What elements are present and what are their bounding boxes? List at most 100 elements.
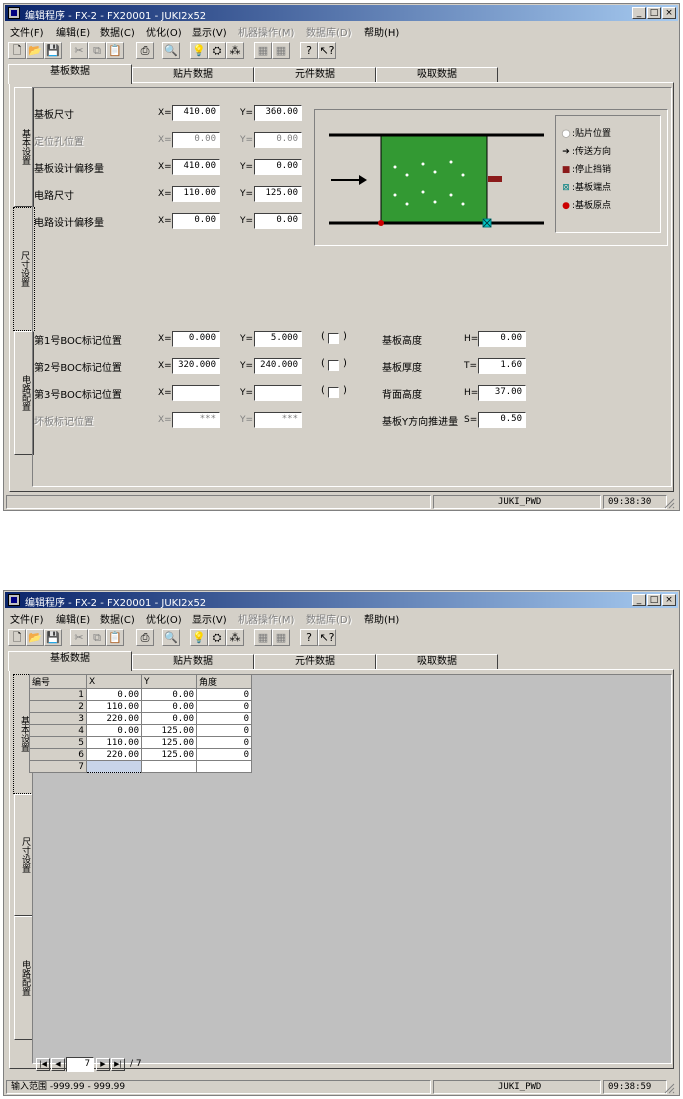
cell-angle[interactable]: 0: [196, 748, 252, 761]
board-height-field[interactable]: 0.00: [478, 331, 526, 347]
menu-optimize[interactable]: 优化(O): [146, 24, 182, 39]
side-tab-size[interactable]: 尺寸设置: [14, 794, 34, 916]
cell-angle[interactable]: 0: [196, 724, 252, 737]
tab-placement-data[interactable]: 贴片数据: [132, 67, 254, 83]
cell-x[interactable]: 220.00: [86, 712, 142, 725]
menu-edit[interactable]: 编辑(E): [56, 24, 90, 39]
boc-mark-3-checkbox[interactable]: [328, 387, 339, 398]
tab-component-data[interactable]: 元件数据: [254, 67, 376, 83]
save-icon[interactable]: 💾: [44, 629, 62, 646]
row-number[interactable]: 2: [29, 700, 87, 713]
title-bar[interactable]: 编辑程序 - FX-2 - FX20001 - JUKI2x52 _ □ ×: [5, 592, 678, 609]
board-size-x-field[interactable]: 410.00: [172, 105, 220, 121]
machine-icon[interactable]: ⛭: [208, 42, 226, 59]
board-offset-x-field[interactable]: 410.00: [172, 159, 220, 175]
cell-y[interactable]: 0.00: [141, 712, 197, 725]
col-header-no[interactable]: 编号: [29, 674, 87, 689]
circuit-size-x-field[interactable]: 110.00: [172, 186, 220, 202]
maximize-button[interactable]: □: [647, 594, 661, 606]
board-thickness-field[interactable]: 1.60: [478, 358, 526, 374]
boc-mark-3-y-field[interactable]: [254, 385, 302, 401]
cell-x-selected[interactable]: [86, 760, 142, 773]
menu-view[interactable]: 显示(V): [192, 611, 227, 626]
cell-y[interactable]: [141, 760, 197, 773]
menu-data[interactable]: 数据(C): [100, 611, 135, 626]
menu-file[interactable]: 文件(F): [10, 611, 44, 626]
row-number[interactable]: 4: [29, 724, 87, 737]
title-bar[interactable]: 编辑程序 - FX-2 - FX20001 - JUKI2x52 _ □ ×: [5, 5, 678, 22]
last-record-icon[interactable]: ▶|: [111, 1058, 125, 1071]
boc-mark-3-x-field[interactable]: [172, 385, 220, 401]
menu-edit[interactable]: 编辑(E): [56, 611, 90, 626]
parts-icon[interactable]: ⁂: [226, 42, 244, 59]
boc-mark-2-checkbox[interactable]: [328, 360, 339, 371]
context-help-icon[interactable]: ↖?: [318, 42, 336, 59]
tab-pickup-data[interactable]: 吸取数据: [376, 654, 498, 670]
open-folder-icon[interactable]: 📂: [26, 629, 44, 646]
side-tab-circuit[interactable]: 电路配置: [14, 916, 34, 1040]
circuit-offset-x-field[interactable]: 0.00: [172, 213, 220, 229]
help-icon[interactable]: ?: [300, 42, 318, 59]
first-record-icon[interactable]: |◀: [36, 1058, 50, 1071]
bulb-icon[interactable]: 💡: [190, 629, 208, 646]
boc-mark-1-x-field[interactable]: 0.000: [172, 331, 220, 347]
resize-grip-icon[interactable]: [663, 497, 675, 509]
menu-optimize[interactable]: 优化(O): [146, 611, 182, 626]
menu-help[interactable]: 帮助(H): [364, 24, 399, 39]
cell-y[interactable]: 125.00: [141, 748, 197, 761]
circuit-offset-y-field[interactable]: 0.00: [254, 213, 302, 229]
minimize-button[interactable]: _: [632, 7, 646, 19]
bulb-icon[interactable]: 💡: [190, 42, 208, 59]
row-number[interactable]: 5: [29, 736, 87, 749]
prev-record-icon[interactable]: ◀: [51, 1058, 65, 1071]
cell-x[interactable]: 110.00: [86, 700, 142, 713]
find-icon[interactable]: 🔍: [162, 629, 180, 646]
row-number[interactable]: 1: [29, 688, 87, 701]
board-size-y-field[interactable]: 360.00: [254, 105, 302, 121]
cell-y[interactable]: 125.00: [141, 724, 197, 737]
new-file-icon[interactable]: 🗋: [8, 42, 26, 59]
boc-mark-2-x-field[interactable]: 320.000: [172, 358, 220, 374]
cell-angle[interactable]: [196, 760, 252, 773]
boc-mark-1-y-field[interactable]: 5.000: [254, 331, 302, 347]
tab-placement-data[interactable]: 贴片数据: [132, 654, 254, 670]
parts-icon[interactable]: ⁂: [226, 629, 244, 646]
cell-x[interactable]: 0.00: [86, 688, 142, 701]
circuit-size-y-field[interactable]: 125.00: [254, 186, 302, 202]
cell-x[interactable]: 220.00: [86, 748, 142, 761]
resize-grip-icon[interactable]: [663, 1082, 675, 1094]
next-record-icon[interactable]: ▶: [96, 1058, 110, 1071]
cell-angle[interactable]: 0: [196, 712, 252, 725]
tab-board-data[interactable]: 基板数据: [8, 64, 132, 84]
cell-x[interactable]: 0.00: [86, 724, 142, 737]
machine-icon[interactable]: ⛭: [208, 629, 226, 646]
menu-data[interactable]: 数据(C): [100, 24, 135, 39]
open-folder-icon[interactable]: 📂: [26, 42, 44, 59]
cell-angle[interactable]: 0: [196, 688, 252, 701]
tab-pickup-data[interactable]: 吸取数据: [376, 67, 498, 83]
tab-board-data[interactable]: 基板数据: [8, 651, 132, 671]
menu-file[interactable]: 文件(F): [10, 24, 44, 39]
menu-view[interactable]: 显示(V): [192, 24, 227, 39]
back-height-field[interactable]: 37.00: [478, 385, 526, 401]
row-number[interactable]: 7: [29, 760, 87, 773]
context-help-icon[interactable]: ↖?: [318, 629, 336, 646]
minimize-button[interactable]: _: [632, 594, 646, 606]
boc-mark-2-y-field[interactable]: 240.000: [254, 358, 302, 374]
save-icon[interactable]: 💾: [44, 42, 62, 59]
close-button[interactable]: ×: [662, 594, 676, 606]
tab-component-data[interactable]: 元件数据: [254, 654, 376, 670]
row-number[interactable]: 3: [29, 712, 87, 725]
boc-mark-1-checkbox[interactable]: [328, 333, 339, 344]
cell-y[interactable]: 0.00: [141, 700, 197, 713]
col-header-angle[interactable]: 角度: [196, 674, 252, 689]
side-tab-circuit[interactable]: 电路配置: [14, 331, 34, 455]
cell-x[interactable]: 110.00: [86, 736, 142, 749]
y-advance-field[interactable]: 0.50: [478, 412, 526, 428]
col-header-x[interactable]: X: [86, 674, 142, 689]
maximize-button[interactable]: □: [647, 7, 661, 19]
new-file-icon[interactable]: 🗋: [8, 629, 26, 646]
cell-angle[interactable]: 0: [196, 736, 252, 749]
board-offset-y-field[interactable]: 0.00: [254, 159, 302, 175]
col-header-y[interactable]: Y: [141, 674, 197, 689]
